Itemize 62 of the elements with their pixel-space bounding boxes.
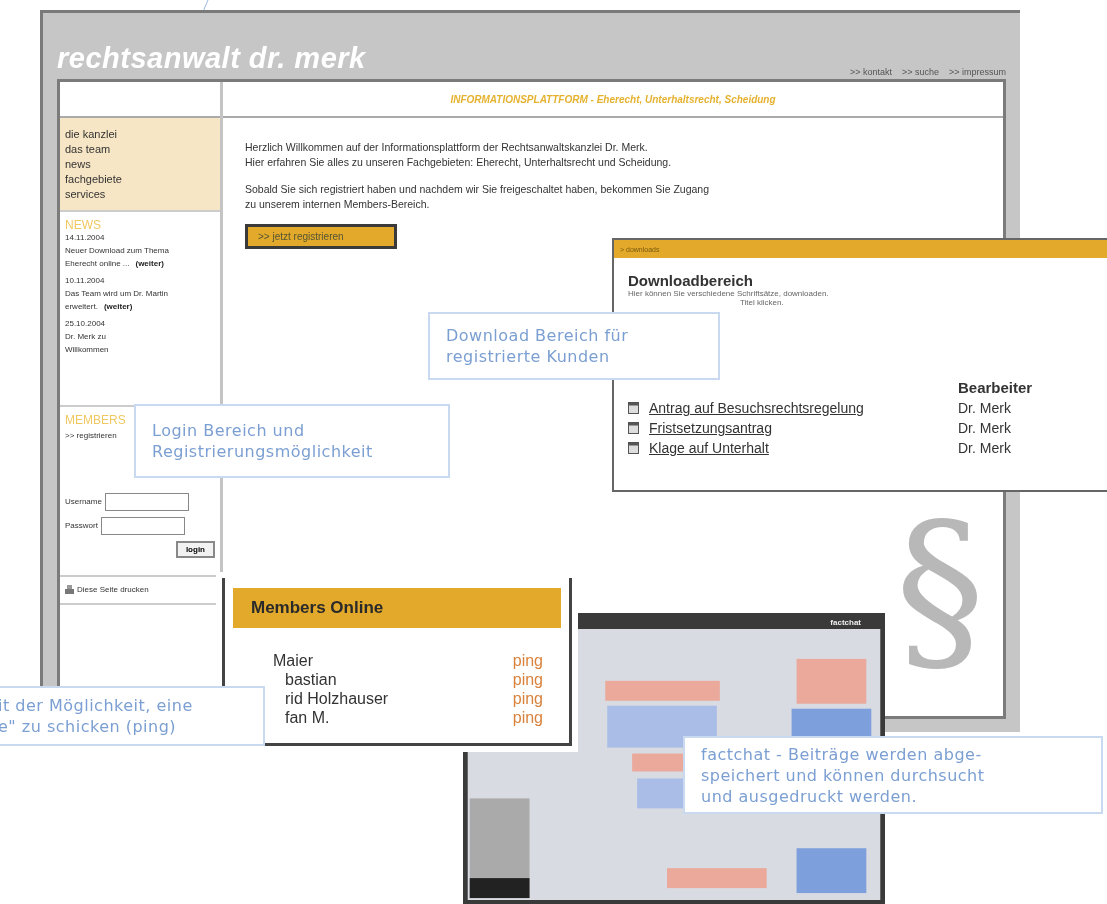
more-link[interactable]: (weiter) bbox=[103, 302, 133, 311]
paragraph-sign: § bbox=[894, 490, 986, 690]
document-link[interactable]: Klage auf Unterhalt bbox=[649, 440, 769, 456]
username-field[interactable] bbox=[104, 493, 189, 511]
intro-text: Herzlich Willkommen auf der Informationsplattform der Rechtsanwaltskanzlei Dr. Merk. Hier erfahren Sie alles zu unseren Fachgebieten: Eherecht, Unterhaltsrecht und Scheidung. bbox=[245, 140, 673, 170]
nav-link[interactable]: die kanzlei bbox=[65, 128, 215, 140]
callout-text: factchat - Beiträge werden abge- bbox=[701, 743, 983, 765]
chat-title: factchat bbox=[830, 618, 861, 628]
callout-text: und ausgedruckt werden. bbox=[701, 785, 919, 807]
top-link[interactable]: >> kontakt bbox=[849, 67, 892, 77]
news-text: Dr. Merk zu bbox=[65, 332, 106, 341]
nav-link[interactable]: fachgebiete bbox=[65, 173, 215, 185]
downloads-title: Downloadbereich bbox=[628, 272, 755, 289]
member-name: bastian bbox=[284, 671, 338, 689]
callout-text: Registrierungsmöglichkeit bbox=[152, 441, 374, 462]
document-link[interactable]: Antrag auf Besuchsrechtsregelung bbox=[649, 400, 864, 416]
field-label: Username bbox=[65, 497, 102, 507]
panel-title: Members Online bbox=[251, 598, 384, 618]
author-cell-text: Dr. Merk bbox=[958, 400, 1012, 416]
page-headline: INFORMATIONSPLATTFORM - Eherecht, Unterhaltsrecht, Scheidung bbox=[450, 93, 776, 105]
intro-text: Sobald Sie sich registriert haben und nachdem wir Sie freigeschaltet haben, bekommen Sie Zugang zu unserem internen Members-Bereich. bbox=[245, 182, 711, 212]
downloads-intro: Titel klicken. bbox=[739, 298, 785, 307]
callout-text: Download Bereich für bbox=[446, 325, 630, 346]
news-text: Neuer Download zum Thema bbox=[65, 246, 169, 255]
register-button[interactable]: >> jetzt registrieren bbox=[245, 224, 397, 249]
document-icon bbox=[628, 442, 639, 454]
author-cell-text: Dr. Merk bbox=[958, 420, 1012, 436]
callout-text: Login Bereich und bbox=[152, 420, 306, 441]
author-cell-text: Dr. Merk bbox=[958, 440, 1012, 456]
callout-text: it der Möglichkeit, eine bbox=[0, 695, 194, 716]
news-text: Das Team wird um Dr. Martin bbox=[65, 289, 168, 298]
nav-link[interactable]: das team bbox=[65, 143, 215, 155]
field-label: Passwort bbox=[65, 521, 98, 531]
news-date: 10.11.2004 bbox=[65, 276, 106, 286]
nav-link[interactable]: services bbox=[65, 188, 215, 200]
news-date: 14.11.2004 bbox=[65, 233, 106, 243]
login-button[interactable]: login bbox=[175, 541, 215, 558]
document-icon bbox=[628, 422, 639, 434]
printer-icon bbox=[65, 585, 74, 595]
register-link[interactable]: >> registrieren bbox=[65, 431, 117, 441]
site-logo: rechtsanwalt dr. merk bbox=[57, 42, 366, 75]
document-link[interactable]: Fristsetzungsantrag bbox=[649, 420, 772, 436]
member-name: Maier bbox=[273, 652, 314, 670]
news-text: Willkommen bbox=[65, 345, 109, 354]
callout-text: registrierte Kunden bbox=[446, 346, 611, 367]
member-name: rid Holzhauser bbox=[284, 690, 390, 708]
callout-text: speichert und können durchsucht bbox=[701, 764, 986, 786]
news-heading: NEWS bbox=[65, 220, 102, 230]
document-icon bbox=[628, 402, 639, 414]
password-field[interactable] bbox=[100, 517, 185, 535]
print-link[interactable]: Diese Seite drucken bbox=[77, 585, 149, 595]
news-text: Eherecht online ... bbox=[65, 259, 130, 268]
member-name: fan M. bbox=[284, 709, 331, 727]
top-link[interactable]: >> impressum bbox=[948, 67, 1006, 77]
top-link[interactable]: >> suche bbox=[901, 67, 939, 77]
nav-link[interactable]: news bbox=[65, 158, 215, 170]
news-date: 25.10.2004 bbox=[65, 319, 107, 329]
column-header: Bearbeiter bbox=[958, 379, 1034, 396]
news-text: erweitert. bbox=[65, 302, 98, 311]
more-link[interactable]: (weiter) bbox=[135, 259, 164, 268]
downloads-intro: Hier können Sie verschiedene Schriftsätze, downloaden. bbox=[628, 289, 830, 298]
members-heading: MEMBERS bbox=[65, 415, 127, 425]
